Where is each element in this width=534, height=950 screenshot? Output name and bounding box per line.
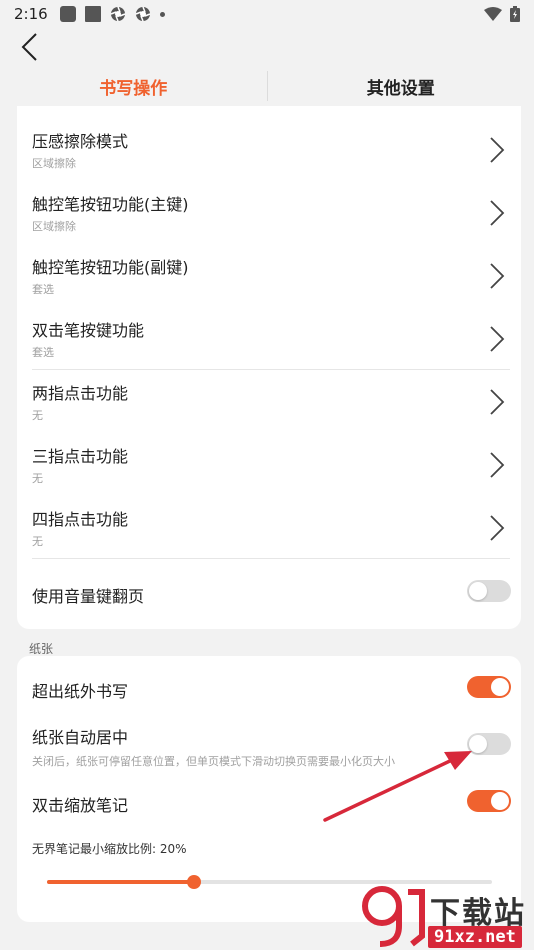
slider-fill [47, 880, 194, 884]
watermark-logo-icon [362, 886, 425, 947]
setting-pressure-erase-mode[interactable]: 压感擦除模式 区域擦除 [17, 106, 521, 170]
watermark-site: 91xz.net [428, 926, 522, 948]
site-watermark: 下载站 91xz.net [360, 884, 534, 950]
auto-center-paper-toggle[interactable] [467, 733, 511, 755]
chevron-right-icon [490, 326, 505, 352]
setting-title: 压感擦除模式 [32, 132, 129, 151]
more-notifications-dot-icon [159, 11, 165, 17]
chevron-right-icon [490, 263, 505, 289]
setting-three-finger-tap[interactable]: 三指点击功能 无 [17, 421, 521, 485]
chevron-right-icon [490, 137, 505, 163]
chevron-right-icon [490, 200, 505, 226]
status-time: 2:16 [14, 5, 48, 23]
setting-four-finger-tap[interactable]: 四指点击功能 无 [17, 484, 521, 548]
notification-camera-icon [110, 6, 125, 22]
write-outside-paper-toggle[interactable] [467, 676, 511, 698]
setting-stylus-secondary-button[interactable]: 触控笔按钮功能(副键) 套选 [17, 232, 521, 296]
toggle-knob [469, 582, 487, 600]
chevron-right-icon [490, 389, 505, 415]
toggle-knob [491, 792, 509, 810]
double-tap-zoom-toggle[interactable] [467, 790, 511, 812]
toggle-knob [491, 678, 509, 696]
divider [32, 558, 510, 559]
wifi-icon [484, 7, 502, 21]
tab-writing-operations[interactable]: 书写操作 [0, 68, 267, 104]
setting-stylus-primary-button[interactable]: 触控笔按钮功能(主键) 区域擦除 [17, 169, 521, 233]
volume-page-turn-label: 使用音量键翻页 [32, 587, 145, 606]
section-label-paper: 纸张 [29, 642, 54, 656]
setting-title: 三指点击功能 [32, 447, 129, 466]
status-bar: 2:16 [0, 0, 534, 28]
setting-two-finger-tap[interactable]: 两指点击功能 无 [17, 358, 521, 422]
setting-title: 四指点击功能 [32, 510, 129, 529]
auto-center-paper-description: 关闭后，纸张可停留任意位置，但单页模式下滑动切换页需要最小化页大小 [32, 755, 395, 768]
notification-app-icon [84, 6, 101, 22]
volume-page-turn-toggle[interactable] [467, 580, 511, 602]
setting-title: 触控笔按钮功能(副键) [32, 258, 189, 277]
chevron-right-icon [490, 515, 505, 541]
min-zoom-ratio-label: 无界笔记最小缩放比例: 20% [32, 842, 187, 856]
setting-value: 无 [32, 535, 43, 548]
setting-title: 双击笔按键功能 [32, 321, 145, 340]
setting-pen-double-tap[interactable]: 双击笔按键功能 套选 [17, 295, 521, 359]
notification-app-icon [59, 6, 76, 22]
notification-camera-icon [135, 6, 150, 22]
double-tap-zoom-label: 双击缩放笔记 [32, 796, 129, 815]
writing-settings-card: 压感擦除模式 区域擦除 触控笔按钮功能(主键) 区域擦除 触控笔按钮功能(副键)… [17, 106, 521, 629]
slider-thumb[interactable] [186, 875, 201, 889]
settings-tabs: 书写操作 其他设置 [0, 68, 534, 104]
battery-charging-icon [510, 6, 520, 22]
chevron-right-icon [490, 452, 505, 478]
write-outside-paper-label: 超出纸外书写 [32, 682, 129, 701]
auto-center-paper-label: 纸张自动居中 [32, 728, 129, 747]
paper-settings-card: 超出纸外书写 纸张自动居中 关闭后，纸张可停留任意位置，但单页模式下滑动切换页需… [17, 656, 521, 922]
toggle-knob [469, 735, 487, 753]
setting-title: 两指点击功能 [32, 384, 129, 403]
setting-title: 触控笔按钮功能(主键) [32, 195, 189, 214]
back-arrow-icon[interactable] [14, 30, 48, 64]
tab-other-settings[interactable]: 其他设置 [268, 68, 534, 104]
